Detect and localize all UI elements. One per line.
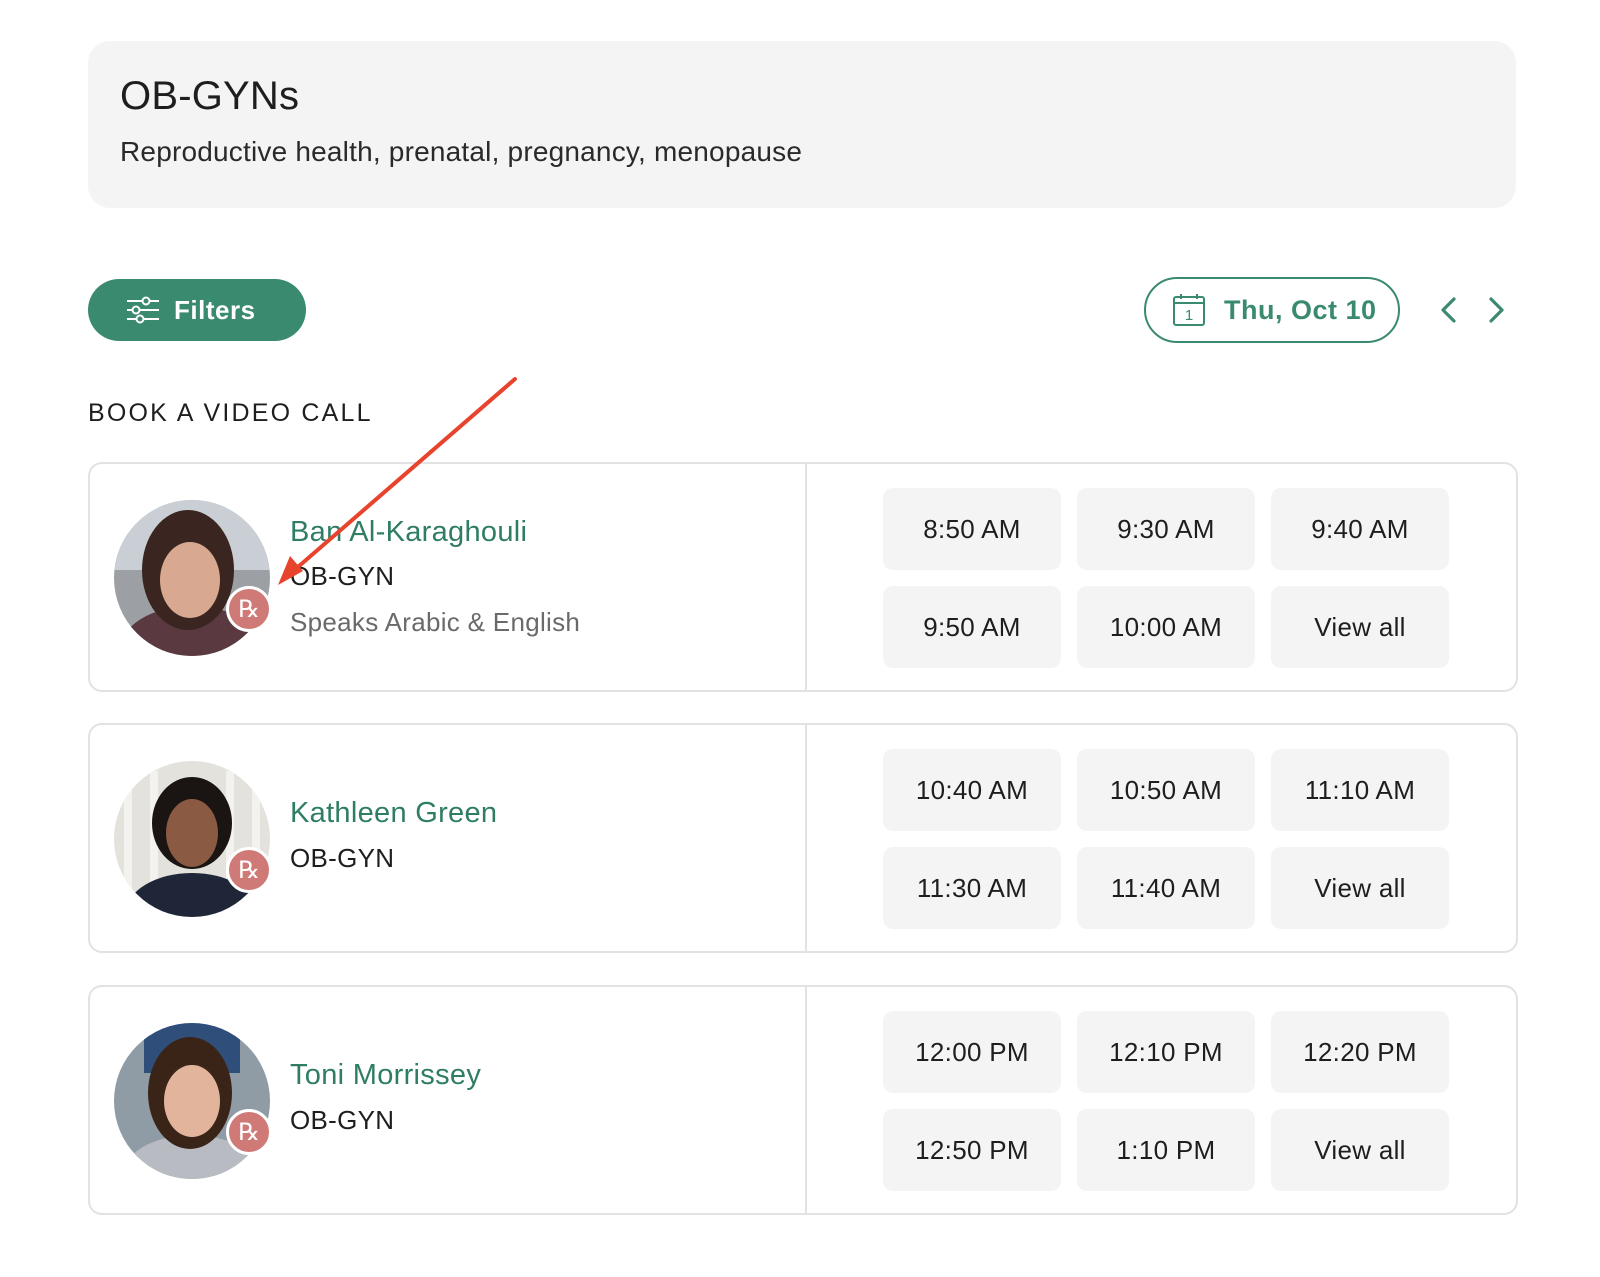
doctor-name-link[interactable]: Kathleen Green [290, 797, 497, 830]
time-slot-button[interactable]: 11:40 AM [1077, 847, 1255, 929]
card-divider [805, 464, 807, 690]
time-slot-button[interactable]: 12:50 PM [883, 1109, 1061, 1191]
time-slot-button[interactable]: 10:50 AM [1077, 749, 1255, 831]
rx-icon: ℞ [238, 595, 260, 623]
time-slot-grid: 8:50 AM 9:30 AM 9:40 AM 9:50 AM 10:00 AM… [883, 488, 1449, 668]
next-date-button[interactable] [1478, 292, 1514, 328]
filters-label: Filters [174, 294, 256, 325]
avatar[interactable] [114, 761, 270, 917]
calendar-icon: 1 [1173, 294, 1205, 326]
avatar[interactable] [114, 500, 270, 656]
time-slot-button[interactable]: 11:10 AM [1271, 749, 1449, 831]
doctor-card: ℞ Kathleen Green OB-GYN 10:40 AM 10:50 A… [88, 723, 1518, 953]
time-slot-button[interactable]: 8:50 AM [883, 488, 1061, 570]
doctor-card: ℞ Ban Al-Karaghouli OB-GYN Speaks Arabic… [88, 462, 1518, 692]
date-label: Thu, Oct 10 [1224, 294, 1377, 325]
time-slot-button[interactable]: 11:30 AM [883, 847, 1061, 929]
doctor-specialty: OB-GYN [290, 1105, 395, 1135]
time-slot-button[interactable]: 9:40 AM [1271, 488, 1449, 570]
card-divider [805, 725, 807, 951]
time-slot-button[interactable]: 1:10 PM [1077, 1109, 1255, 1191]
doctor-name-link[interactable]: Ban Al-Karaghouli [290, 516, 527, 549]
page-subtitle: Reproductive health, prenatal, pregnancy… [120, 136, 803, 167]
time-slot-button[interactable]: 9:50 AM [883, 586, 1061, 668]
doctor-name-link[interactable]: Toni Morrissey [290, 1059, 481, 1092]
doctor-specialty: OB-GYN [290, 843, 395, 873]
sliders-icon [127, 296, 159, 324]
time-slot-grid: 10:40 AM 10:50 AM 11:10 AM 11:30 AM 11:4… [883, 749, 1449, 929]
time-slot-button[interactable]: 12:20 PM [1271, 1011, 1449, 1093]
previous-date-button[interactable] [1431, 292, 1467, 328]
date-picker-button[interactable]: 1 Thu, Oct 10 [1144, 277, 1400, 343]
doctor-card: ℞ Toni Morrissey OB-GYN 12:00 PM 12:10 P… [88, 985, 1518, 1215]
page-title: OB-GYNs [120, 74, 300, 118]
calendar-day: 1 [1185, 307, 1193, 324]
time-slot-button[interactable]: 12:10 PM [1077, 1011, 1255, 1093]
prescription-badge: ℞ [226, 1109, 272, 1155]
time-slot-button[interactable]: 12:00 PM [883, 1011, 1061, 1093]
chevron-left-icon [1441, 297, 1456, 323]
card-divider [805, 987, 807, 1213]
view-all-button[interactable]: View all [1271, 586, 1449, 668]
time-slot-button[interactable]: 9:30 AM [1077, 488, 1255, 570]
time-slot-button[interactable]: 10:00 AM [1077, 586, 1255, 668]
rx-icon: ℞ [238, 1118, 260, 1146]
prescription-badge: ℞ [226, 586, 272, 632]
view-all-button[interactable]: View all [1271, 1109, 1449, 1191]
filters-button[interactable]: Filters [88, 279, 306, 341]
doctor-specialty: OB-GYN [290, 561, 395, 591]
section-heading: BOOK A VIDEO CALL [88, 399, 373, 427]
time-slot-button[interactable]: 10:40 AM [883, 749, 1061, 831]
chevron-right-icon [1489, 297, 1504, 323]
time-slot-grid: 12:00 PM 12:10 PM 12:20 PM 12:50 PM 1:10… [883, 1011, 1449, 1191]
avatar[interactable] [114, 1023, 270, 1179]
specialty-header: OB-GYNs Reproductive health, prenatal, p… [88, 41, 1516, 208]
prescription-badge: ℞ [226, 847, 272, 893]
doctor-languages: Speaks Arabic & English [290, 607, 581, 637]
rx-icon: ℞ [238, 856, 260, 884]
view-all-button[interactable]: View all [1271, 847, 1449, 929]
